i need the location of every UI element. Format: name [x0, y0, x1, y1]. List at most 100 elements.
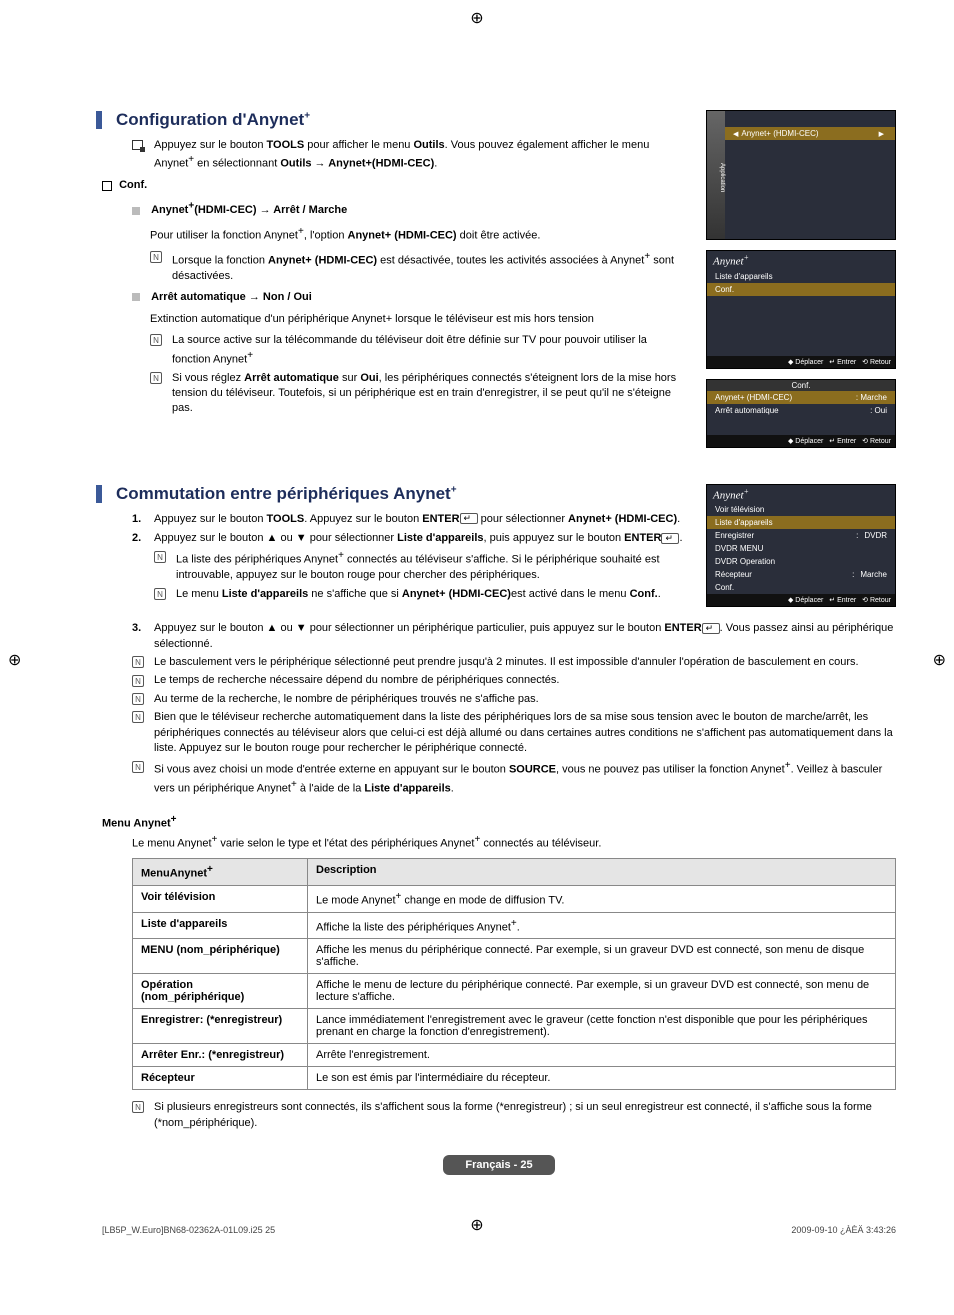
osd2-row-conf: Conf. — [707, 283, 895, 296]
enter-icon — [702, 623, 720, 634]
osd-anynet-menu: Anynet+ Liste d'appareils Conf. Déplacer… — [706, 250, 896, 369]
table-cell-name: Liste d'appareils — [133, 912, 308, 939]
note-icon: N — [132, 1101, 144, 1113]
table-header-row: MenuAnynet+ Description — [133, 859, 896, 886]
note-icon: N — [154, 551, 166, 563]
table-cell-name: Récepteur — [133, 1067, 308, 1090]
bullet-note-4: N Bien que le téléviseur recherche autom… — [132, 710, 896, 756]
bullet-note-2: N Le temps de recherche nécessaire dépen… — [132, 673, 896, 688]
step-2: 2. Appuyez sur le bouton ▲ ou ▼ pour sél… — [132, 531, 686, 546]
osd4-row-dvdrmenu: DVDR MENU — [707, 542, 895, 555]
osd-side-tab: Application — [707, 111, 725, 239]
table-row: MENU (nom_périphérique)Affiche les menus… — [133, 939, 896, 974]
section1-title: Configuration d'Anynet — [116, 110, 304, 129]
osd-conf-panel: Conf. Anynet+ (HDMI-CEC): Marche Arrêt a… — [706, 379, 896, 448]
note-icon: N — [132, 711, 144, 723]
conf-item-2-note1: N La source active sur la télécommande d… — [150, 333, 686, 367]
osd3-footer: Déplacer Entrer Retour — [707, 435, 895, 447]
osd3-row-arret: Arrêt automatique: Oui — [707, 404, 895, 417]
square-bullet-icon — [132, 207, 140, 215]
table-cell-name: Voir télévision — [133, 885, 308, 912]
print-reg-left: ⊕ — [8, 650, 21, 670]
table-cell-name: Enregistrer: (*enregistreur) — [133, 1009, 308, 1044]
section2-heading: Commutation entre périphériques Anynet+ — [96, 484, 686, 504]
osd3-title: Conf. — [707, 380, 895, 391]
note-icon: N — [150, 251, 162, 263]
section1-heading: Configuration d'Anynet+ — [96, 110, 686, 130]
tools-icon — [132, 140, 143, 150]
osd-application-panel: Application ◀Anynet+ (HDMI-CEC)▶ — [706, 110, 896, 240]
table-cell-desc: Lance immédiatement l'enregistrement ave… — [308, 1009, 896, 1044]
table-row: Liste d'appareilsAffiche la liste des pé… — [133, 912, 896, 939]
enter-icon — [460, 513, 478, 524]
step-1: 1. Appuyez sur le bouton TOOLS. Appuyez … — [132, 512, 686, 527]
osd4-row-tv: Voir télévision — [707, 503, 895, 516]
anynet-logo: Anynet+ — [707, 251, 895, 270]
note-icon: N — [132, 761, 144, 773]
bullet-note-1: N Le basculement vers le périphérique sé… — [132, 655, 896, 670]
conf-item-2-title: Arrêt automatique → Non / Oui — [132, 290, 686, 305]
conf-item-2-body: Extinction automatique d'un périphérique… — [150, 312, 686, 327]
table-cell-name: MENU (nom_périphérique) — [133, 939, 308, 974]
table-row: Opération (nom_périphérique)Affiche le m… — [133, 974, 896, 1009]
print-reg-bottom: ⊕ — [470, 1215, 483, 1235]
note-icon: N — [132, 656, 144, 668]
table-cell-desc: Affiche les menus du périphérique connec… — [308, 939, 896, 974]
table-cell-desc: Le mode Anynet+ change en mode de diffus… — [308, 885, 896, 912]
note-icon: N — [132, 675, 144, 687]
table-cell-name: Arrêter Enr.: (*enregistreur) — [133, 1044, 308, 1067]
bullet-note-3: N Au terme de la recherche, le nombre de… — [132, 692, 896, 707]
table-row: RécepteurLe son est émis par l'intermédi… — [133, 1067, 896, 1090]
note-icon: N — [150, 334, 162, 346]
section2-title: Commutation entre périphériques Anynet — [116, 484, 451, 503]
conf-label: Conf. — [102, 178, 686, 193]
note-icon: N — [154, 588, 166, 600]
conf-item-2-note2: N Si vous réglez Arrêt automatique sur O… — [150, 371, 686, 417]
note-icon: N — [132, 693, 144, 705]
table-cell-name: Opération (nom_périphérique) — [133, 974, 308, 1009]
osd4-footer: Déplacer Entrer Retour — [707, 594, 895, 606]
osd4-row-receiver: Récepteur:Marche — [707, 568, 895, 581]
menu-anynet-intro: Le menu Anynet+ varie selon le type et l… — [132, 833, 896, 852]
osd3-row-anynet: Anynet+ (HDMI-CEC): Marche — [707, 391, 895, 404]
print-footer: [LB5P_W.Euro]BN68-02362A-01L09.i25 25 20… — [102, 1225, 896, 1235]
anynet-logo: Anynet+ — [707, 485, 895, 504]
conf-item-1-title: Anynet+(HDMI-CEC) → Arrêt / Marche — [132, 200, 686, 219]
step-2-note1: N La liste des périphériques Anynet+ con… — [154, 549, 686, 583]
conf-item-1-body: Pour utiliser la fonction Anynet+, l'opt… — [150, 225, 686, 244]
osd2-row-list: Liste d'appareils — [707, 270, 895, 283]
note-icon: N — [150, 372, 162, 384]
osd2-footer: Déplacer Entrer Retour — [707, 356, 895, 368]
table-cell-desc: Arrête l'enregistrement. — [308, 1044, 896, 1067]
print-footer-left: [LB5P_W.Euro]BN68-02362A-01L09.i25 25 — [102, 1225, 275, 1235]
osd4-row-rec: Enregistrer:DVDR — [707, 529, 895, 542]
menu-footnote: N Si plusieurs enregistreurs sont connec… — [132, 1100, 896, 1131]
step-3: 3. Appuyez sur le bouton ▲ ou ▼ pour sél… — [132, 621, 896, 652]
print-footer-right: 2009-09-10 ¿ÀÈÄ 3:43:26 — [791, 1225, 896, 1235]
table-header-desc: Description — [308, 859, 896, 886]
table-cell-desc: Affiche le menu de lecture du périphériq… — [308, 974, 896, 1009]
step-2-note2: N Le menu Liste d'appareils ne s'affiche… — [154, 587, 686, 602]
conf-item-1-note: N Lorsque la fonction Anynet+ (HDMI-CEC)… — [150, 250, 686, 284]
table-cell-desc: Affiche la liste des périphériques Anyne… — [308, 912, 896, 939]
section1-sup: + — [304, 110, 310, 121]
table-header-menu: MenuAnynet+ — [133, 859, 308, 886]
bullet-note-5: N Si vous avez choisi un mode d'entrée e… — [132, 759, 896, 797]
osd4-row-conf: Conf. — [707, 581, 895, 594]
osd4-row-dvdrop: DVDR Operation — [707, 555, 895, 568]
menu-anynet-heading: Menu Anynet+ — [102, 814, 896, 830]
page-number-pill: Français - 25 — [443, 1155, 554, 1175]
table-row: Voir télévisionLe mode Anynet+ change en… — [133, 885, 896, 912]
table-row: Arrêter Enr.: (*enregistreur)Arrête l'en… — [133, 1044, 896, 1067]
table-cell-desc: Le son est émis par l'intermédiaire du r… — [308, 1067, 896, 1090]
enter-icon — [661, 533, 679, 544]
anynet-menu-table: MenuAnynet+ Description Voir télévisionL… — [132, 858, 896, 1090]
checkbox-icon — [102, 181, 112, 191]
print-reg-top: ⊕ — [470, 8, 483, 28]
section1-intro: Appuyez sur le bouton TOOLS pour affiche… — [132, 138, 686, 172]
osd4-row-list: Liste d'appareils — [707, 516, 895, 529]
osd1-row-anynet: ◀Anynet+ (HDMI-CEC)▶ — [725, 127, 895, 140]
print-reg-right: ⊕ — [933, 650, 946, 670]
square-bullet-icon — [132, 293, 140, 301]
osd-device-list: Anynet+ Voir télévision Liste d'appareil… — [706, 484, 896, 608]
